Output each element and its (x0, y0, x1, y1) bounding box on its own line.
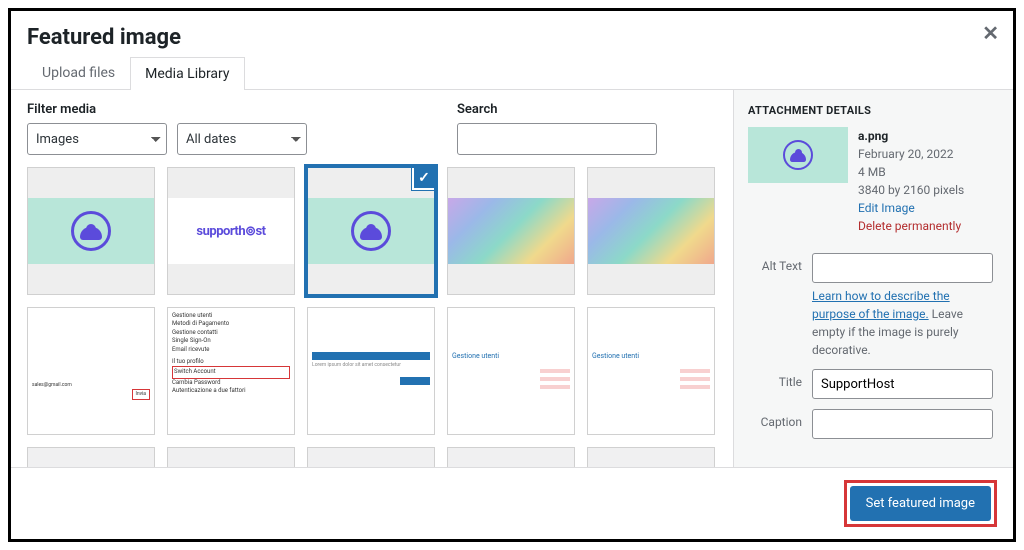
tab-media-library[interactable]: Media Library (130, 57, 244, 90)
media-thumb-selected[interactable]: ✓ (307, 167, 435, 295)
attachment-date: February 20, 2022 (858, 145, 964, 163)
panel-heading: ATTACHMENT DETAILS (748, 104, 993, 117)
media-thumb[interactable]: supporth⊚st (167, 167, 295, 295)
highlight-box: Set featured image (844, 480, 997, 527)
media-thumb[interactable] (167, 447, 295, 467)
cloud-icon (783, 140, 813, 170)
media-thumb[interactable] (307, 447, 435, 467)
title-input[interactable] (812, 369, 993, 399)
tab-upload-files[interactable]: Upload files (27, 56, 130, 89)
attachment-preview (748, 127, 848, 183)
supporthost-logo: supporth⊚st (196, 224, 265, 239)
media-thumb[interactable] (447, 167, 575, 295)
search-label: Search (457, 102, 657, 117)
tab-bar: Upload files Media Library (11, 56, 1013, 90)
attachment-size: 4 MB (858, 163, 964, 181)
delete-permanently-link[interactable]: Delete permanently (858, 219, 961, 233)
caption-label: Caption (748, 409, 802, 429)
attachment-dimensions: 3840 by 2160 pixels (858, 181, 964, 199)
attachment-details-panel: ATTACHMENT DETAILS a.png February 20, 20… (733, 90, 1013, 467)
media-thumb[interactable] (27, 447, 155, 467)
filter-date-select[interactable]: All dates (177, 123, 307, 155)
title-label: Title (748, 369, 802, 389)
check-icon: ✓ (412, 167, 435, 190)
filter-type-select[interactable]: Images (27, 123, 167, 155)
filter-media-label: Filter media (27, 102, 307, 117)
modal-title: Featured image (27, 25, 997, 50)
attachment-filename: a.png (858, 127, 964, 145)
set-featured-image-button[interactable]: Set featured image (850, 486, 991, 521)
edit-image-link[interactable]: Edit Image (858, 201, 915, 215)
media-grid: supporth⊚st ✓ sales@gmail.comInvia Gesti… (27, 167, 717, 467)
close-icon[interactable]: ✕ (982, 21, 999, 45)
media-thumb[interactable] (447, 447, 575, 467)
search-input[interactable] (457, 123, 657, 155)
cloud-icon (71, 211, 111, 251)
featured-image-modal: ✕ Featured image Upload files Media Libr… (8, 8, 1016, 542)
media-thumb[interactable]: Gestione utenti (587, 307, 715, 435)
alt-text-label: Alt Text (748, 253, 802, 273)
media-thumb[interactable]: Gestione utenti (447, 307, 575, 435)
cloud-icon (351, 211, 391, 251)
media-thumb[interactable] (587, 167, 715, 295)
media-thumb[interactable]: Gestione utentiMetodi di PagamentoGestio… (167, 307, 295, 435)
caption-input[interactable] (812, 409, 993, 439)
media-thumb[interactable] (27, 167, 155, 295)
alt-text-input[interactable] (812, 253, 993, 283)
media-thumb[interactable]: Lorem ipsum dolor sit amet consectetur (307, 307, 435, 435)
media-thumb[interactable] (587, 447, 715, 467)
media-thumb[interactable]: sales@gmail.comInvia (27, 307, 155, 435)
